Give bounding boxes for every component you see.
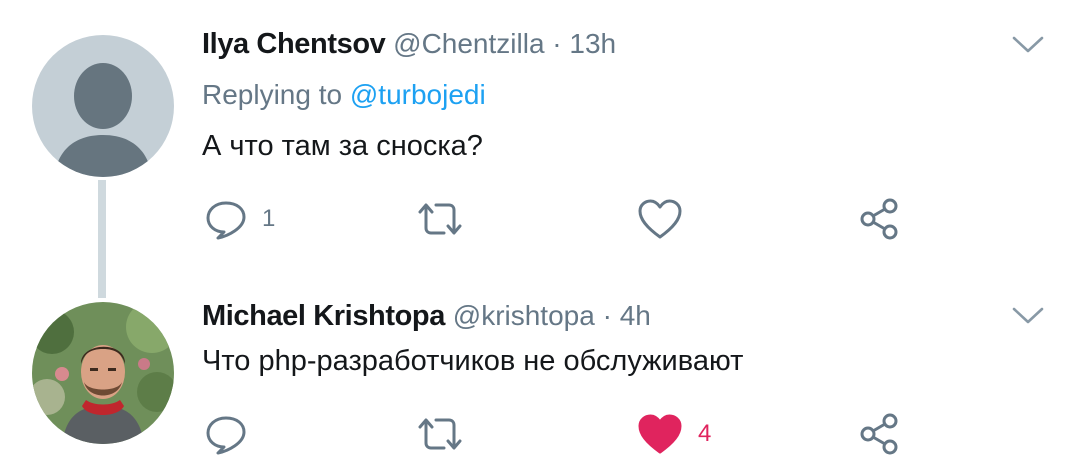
- reply-icon: [206, 416, 246, 455]
- retweet-icon: [418, 203, 462, 235]
- separator-dot: ·: [602, 300, 612, 331]
- replying-to-label: Replying to: [202, 79, 343, 110]
- tweet-header: Ilya Chentsov @Chentzilla · 13h: [202, 26, 616, 62]
- timestamp[interactable]: 4h: [620, 300, 651, 331]
- tweet-actions: 4: [202, 410, 922, 458]
- like-count: 4: [698, 420, 712, 447]
- replying-to-mention[interactable]: @turbojedi: [350, 79, 486, 110]
- timestamp[interactable]: 13h: [569, 28, 616, 59]
- like-button[interactable]: [636, 195, 698, 243]
- chevron-down-icon[interactable]: [1010, 305, 1046, 327]
- tweet-thread: Ilya Chentsov @Chentzilla · 13h Replying…: [0, 0, 1080, 476]
- author-handle[interactable]: @krishtopa: [453, 300, 595, 331]
- reply-button[interactable]: 1: [204, 195, 275, 243]
- author-handle[interactable]: @Chentzilla: [393, 28, 544, 59]
- author-name[interactable]: Michael Krishtopa: [202, 300, 445, 332]
- avatar[interactable]: [32, 35, 174, 177]
- separator-dot: ·: [552, 28, 562, 59]
- like-button[interactable]: 4: [636, 410, 711, 458]
- tweet-text: А что там за сноска?: [202, 130, 483, 162]
- default-avatar-icon: [54, 63, 152, 177]
- share-icon: [860, 413, 898, 455]
- replying-to: Replying to @turbojedi: [202, 77, 486, 113]
- share-button[interactable]: [858, 195, 902, 243]
- heart-icon: [638, 414, 682, 454]
- share-icon: [860, 198, 898, 240]
- retweet-icon: [418, 418, 462, 450]
- thread-connector-line: [98, 180, 106, 298]
- share-button[interactable]: [858, 410, 902, 458]
- heart-icon: [638, 199, 682, 239]
- tweet-header: Michael Krishtopa @krishtopa · 4h: [202, 298, 651, 334]
- tweet-actions: 1: [202, 195, 922, 243]
- chevron-down-icon[interactable]: [1010, 34, 1046, 56]
- retweet-button[interactable]: [414, 410, 480, 458]
- reply-button[interactable]: [204, 410, 262, 458]
- user-photo-avatar: [32, 302, 174, 444]
- reply-icon: [206, 201, 246, 240]
- retweet-button[interactable]: [414, 195, 480, 243]
- tweet-text: Что php-разработчиков не обслуживают: [202, 345, 744, 377]
- author-name[interactable]: Ilya Chentsov: [202, 28, 386, 60]
- avatar[interactable]: [32, 302, 174, 444]
- reply-count: 1: [262, 205, 276, 232]
